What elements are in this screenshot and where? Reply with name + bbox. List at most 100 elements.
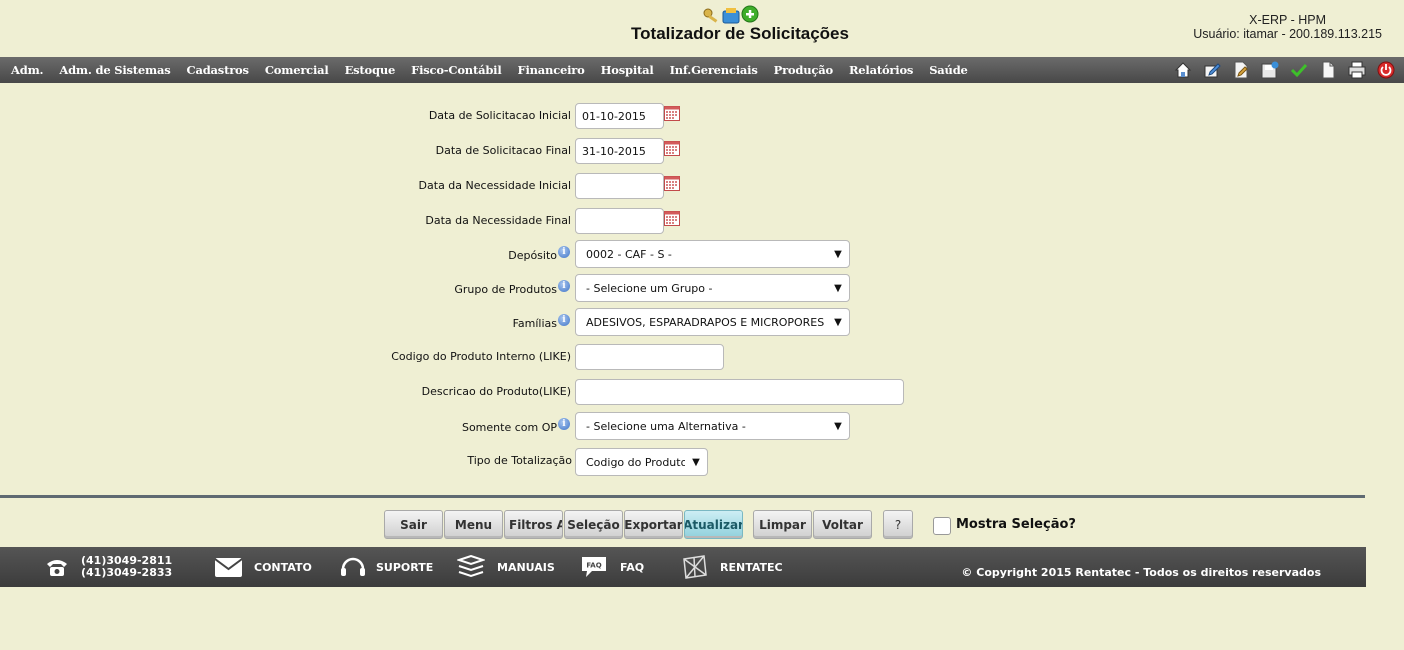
print-icon[interactable] xyxy=(1346,60,1367,80)
save-new-icon[interactable] xyxy=(1259,60,1280,80)
voltar-button[interactable]: Voltar xyxy=(813,510,872,539)
chevron-down-icon: ▼ xyxy=(692,456,700,468)
grupo-select[interactable]: - Selecione um Grupo - ▼ xyxy=(575,274,850,302)
grupo-value: - Selecione um Grupo - xyxy=(586,281,713,295)
menu-saude[interactable]: Saúde xyxy=(929,63,968,77)
menu-relatorios[interactable]: Relatórios xyxy=(849,63,913,77)
data-sol-fin-input[interactable] xyxy=(575,138,664,164)
separator xyxy=(0,495,1365,498)
row-data-nec-fin: Data da Necessidade Final xyxy=(0,208,1404,236)
mail-icon xyxy=(215,557,242,577)
label-data-nec-ini: Data da Necessidade Inicial xyxy=(418,179,571,192)
manuais-link[interactable]: MANUAIS xyxy=(497,561,555,574)
menu-button[interactable]: Menu xyxy=(444,510,503,539)
header: Totalizador de Solicitações X-ERP - HPM … xyxy=(0,0,1404,57)
sair-button[interactable]: Sair xyxy=(384,510,443,539)
power-icon[interactable] xyxy=(1375,60,1396,80)
calendar-icon[interactable] xyxy=(664,141,680,156)
label-grupo: Grupo de Produtos xyxy=(454,283,557,296)
data-nec-fin-input[interactable] xyxy=(575,208,664,234)
row-somente-op: Somente com OP i - Selecione uma Alterna… xyxy=(0,412,1404,440)
descricao-input[interactable] xyxy=(575,379,904,405)
phone-icon xyxy=(47,560,67,576)
phone-2: (41)3049-2833 xyxy=(81,566,173,579)
menu-inf-gerenciais[interactable]: Inf.Gerenciais xyxy=(670,63,758,77)
menu-financeiro[interactable]: Financeiro xyxy=(518,63,585,77)
phone-numbers: (41)3049-2811 (41)3049-2833 xyxy=(81,555,172,579)
row-grupo: Grupo de Produtos i - Selecione um Grupo… xyxy=(0,274,1404,302)
tipo-total-select[interactable]: Codigo do Produto ▼ xyxy=(575,448,708,476)
atualizar-button[interactable]: Atualizar xyxy=(684,510,743,539)
calendar-icon[interactable] xyxy=(664,211,680,226)
check-icon[interactable] xyxy=(1288,60,1309,80)
system-name: X-ERP - HPM xyxy=(1249,13,1326,27)
row-descricao: Descricao do Produto(LIKE) xyxy=(0,379,1404,407)
label-familias: Famílias xyxy=(512,317,557,330)
header-logo-icons xyxy=(703,5,759,24)
chevron-down-icon: ▼ xyxy=(834,316,842,328)
info-icon[interactable]: i xyxy=(558,280,570,292)
label-data-sol-fin: Data de Solicitacao Final xyxy=(435,144,571,157)
menu-hospital[interactable]: Hospital xyxy=(601,63,654,77)
menu-fisco-contabil[interactable]: Fisco-Contábil xyxy=(411,63,502,77)
menu-estoque[interactable]: Estoque xyxy=(345,63,396,77)
familias-value: ADESIVOS, ESPARADRAPOS E MICROPORES - 13 xyxy=(586,315,827,329)
menu-adm-sistemas[interactable]: Adm. de Sistemas xyxy=(59,63,170,77)
row-codigo: Codigo do Produto Interno (LIKE) xyxy=(0,344,1404,372)
menu-producao[interactable]: Produção xyxy=(774,63,834,77)
rentatec-logo-icon xyxy=(683,555,707,579)
label-deposito: Depósito xyxy=(508,249,557,262)
label-descricao: Descricao do Produto(LIKE) xyxy=(421,385,571,398)
keys-icon xyxy=(703,8,718,23)
contato-link[interactable]: CONTATO xyxy=(254,561,312,574)
footer-phone: (41)3049-2811 (41)3049-2833 xyxy=(45,547,172,587)
home-icon[interactable] xyxy=(1172,60,1193,80)
blank-document-icon[interactable] xyxy=(1317,60,1338,80)
familias-select[interactable]: ADESIVOS, ESPARADRAPOS E MICROPORES - 13… xyxy=(575,308,850,336)
calendar-icon[interactable] xyxy=(664,176,680,191)
footer: (41)3049-2811 (41)3049-2833 CONTATO SUPO… xyxy=(0,547,1366,587)
books-icon xyxy=(457,555,485,578)
footer-manuais[interactable]: MANUAIS xyxy=(457,547,555,587)
footer-faq[interactable]: FAQ FAQ xyxy=(580,547,644,587)
info-icon[interactable]: i xyxy=(558,314,570,326)
somente-op-value: - Selecione uma Alternativa - xyxy=(586,419,746,433)
label-data-nec-fin: Data da Necessidade Final xyxy=(425,214,571,227)
suporte-link[interactable]: SUPORTE xyxy=(376,561,433,574)
menu-cadastros[interactable]: Cadastros xyxy=(187,63,249,77)
exportar-button[interactable]: Exportar xyxy=(624,510,683,539)
mostra-selecao-checkbox[interactable] xyxy=(933,517,951,535)
data-nec-ini-input[interactable] xyxy=(575,173,664,199)
somente-op-select[interactable]: - Selecione uma Alternativa - ▼ xyxy=(575,412,850,440)
menu-comercial[interactable]: Comercial xyxy=(265,63,329,77)
svg-text:FAQ: FAQ xyxy=(586,562,601,570)
limpar-button[interactable]: Limpar xyxy=(753,510,812,539)
user-info: Usuário: itamar - 200.189.113.215 xyxy=(1193,27,1382,41)
edit-icon[interactable] xyxy=(1201,60,1222,80)
codigo-input[interactable] xyxy=(575,344,724,370)
row-data-sol-ini: Data de Solicitacao Inicial xyxy=(0,103,1404,131)
main-menu: Adm. Adm. de Sistemas Cadastros Comercia… xyxy=(0,57,984,83)
document-edit-icon[interactable] xyxy=(1230,60,1251,80)
selecao-button[interactable]: Seleção xyxy=(564,510,623,539)
calendar-icon[interactable] xyxy=(664,106,680,121)
footer-contato[interactable]: CONTATO xyxy=(215,547,312,587)
footer-suporte[interactable]: SUPORTE xyxy=(340,547,433,587)
label-somente-op: Somente com OP xyxy=(461,421,557,434)
tipo-total-value: Codigo do Produto xyxy=(586,455,685,469)
chevron-down-icon: ▼ xyxy=(834,282,842,294)
label-data-sol-ini: Data de Solicitacao Inicial xyxy=(428,109,571,122)
deposito-value: 0002 - CAF - S - xyxy=(586,247,672,261)
footer-rentatec[interactable]: RENTATEC xyxy=(680,547,783,587)
label-tipo-total: Tipo de Totalização xyxy=(467,454,572,467)
info-icon[interactable]: i xyxy=(558,246,570,258)
deposito-select[interactable]: 0002 - CAF - S - ▼ xyxy=(575,240,850,268)
filtros-avancados-button[interactable]: Filtros Av xyxy=(504,510,563,539)
faq-link[interactable]: FAQ xyxy=(620,561,644,574)
rentatec-link[interactable]: RENTATEC xyxy=(720,561,783,574)
info-icon[interactable]: i xyxy=(558,418,570,430)
row-data-nec-ini: Data da Necessidade Inicial xyxy=(0,173,1404,201)
help-button[interactable]: ? xyxy=(883,510,913,539)
data-sol-ini-input[interactable] xyxy=(575,103,664,129)
menu-adm[interactable]: Adm. xyxy=(11,63,44,77)
